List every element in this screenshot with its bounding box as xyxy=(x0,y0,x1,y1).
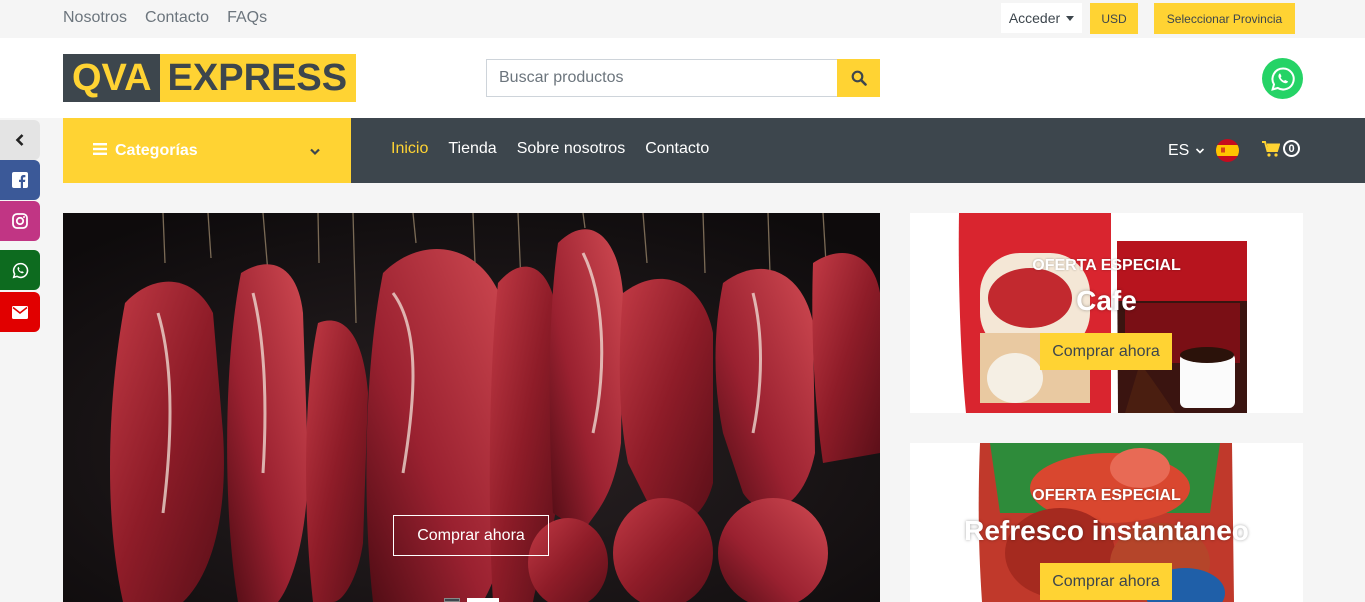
categories-label: Categorías xyxy=(115,141,198,159)
shopping-cart-icon xyxy=(1262,140,1280,157)
province-button[interactable]: Seleccionar Provincia xyxy=(1154,3,1295,34)
caret-down-icon xyxy=(1066,15,1075,21)
logo-part-2: EXPRESS xyxy=(159,54,357,102)
language-selector[interactable]: ES xyxy=(1168,142,1205,160)
top-link-contacto[interactable]: Contacto xyxy=(145,9,209,27)
whatsapp-icon xyxy=(1270,66,1295,91)
categories-dropdown[interactable]: Categorías xyxy=(63,118,351,183)
carousel-indicator-2[interactable] xyxy=(467,598,499,602)
login-label: Acceder xyxy=(1008,10,1061,26)
top-link-nosotros[interactable]: Nosotros xyxy=(63,9,127,27)
chevron-left-icon xyxy=(15,134,24,146)
language-label: ES xyxy=(1168,142,1190,159)
offer-shop-now-button[interactable]: Comprar ahora xyxy=(1040,333,1172,370)
cart-count-badge: 0 xyxy=(1283,140,1300,157)
whatsapp-link[interactable] xyxy=(0,250,40,290)
carousel-indicator-1[interactable] xyxy=(444,598,460,602)
currency-button[interactable]: USD xyxy=(1090,3,1138,34)
login-dropdown[interactable]: Acceder xyxy=(1001,3,1082,33)
search-button[interactable] xyxy=(837,59,880,97)
spain-flag-icon[interactable] xyxy=(1216,139,1239,162)
top-link-faqs[interactable]: FAQs xyxy=(227,9,267,27)
nav-link-tienda[interactable]: Tienda xyxy=(448,140,496,158)
nav-link-contacto[interactable]: Contacto xyxy=(645,140,709,158)
instagram-icon xyxy=(12,213,28,229)
special-offer-card[interactable]: OFERTA ESPECIAL Refresco instantaneo Com… xyxy=(910,443,1303,602)
nav-link-inicio[interactable]: Inicio xyxy=(391,140,428,158)
special-offer-card[interactable]: OFERTA ESPECIAL Cafe Comprar ahora xyxy=(910,213,1303,413)
offer-label: OFERTA ESPECIAL xyxy=(1032,257,1181,274)
offer-title: Cafe xyxy=(1076,285,1137,316)
top-links: Nosotros Contacto FAQs xyxy=(63,9,267,27)
logo[interactable]: QVA EXPRESS xyxy=(63,54,357,102)
nav-links: Inicio Tienda Sobre nosotros Contacto xyxy=(391,140,709,158)
chevron-down-icon xyxy=(1196,148,1205,154)
top-bar: Nosotros Contacto FAQs Acceder USD Selec… xyxy=(0,0,1365,38)
nav-link-sobre-nosotros[interactable]: Sobre nosotros xyxy=(517,140,626,158)
chevron-down-icon xyxy=(309,144,321,162)
envelope-icon xyxy=(12,305,28,319)
hero-carousel[interactable]: Comprar ahora xyxy=(63,213,880,602)
main-nav: Categorías Inicio Tienda Sobre nosotros … xyxy=(0,118,1365,183)
bars-icon xyxy=(93,142,107,160)
facebook-link[interactable] xyxy=(0,160,40,200)
logo-part-1: QVA xyxy=(63,54,160,102)
search-input[interactable] xyxy=(487,60,837,96)
email-link[interactable] xyxy=(0,292,40,332)
offer-shop-now-button[interactable]: Comprar ahora xyxy=(1040,563,1172,600)
offer-title: Refresco instantaneo xyxy=(964,515,1249,546)
header: QVA EXPRESS xyxy=(0,38,1365,118)
facebook-icon xyxy=(12,172,28,188)
whatsapp-icon xyxy=(12,262,28,278)
whatsapp-button[interactable] xyxy=(1262,58,1303,99)
search-icon xyxy=(851,70,867,86)
instagram-link[interactable] xyxy=(0,201,40,241)
cart-button[interactable]: 0 xyxy=(1262,140,1300,157)
hero-shop-now-button[interactable]: Comprar ahora xyxy=(393,515,549,556)
search-bar xyxy=(486,59,880,97)
offer-label: OFERTA ESPECIAL xyxy=(1032,487,1181,504)
social-toggle-button[interactable] xyxy=(0,120,40,160)
